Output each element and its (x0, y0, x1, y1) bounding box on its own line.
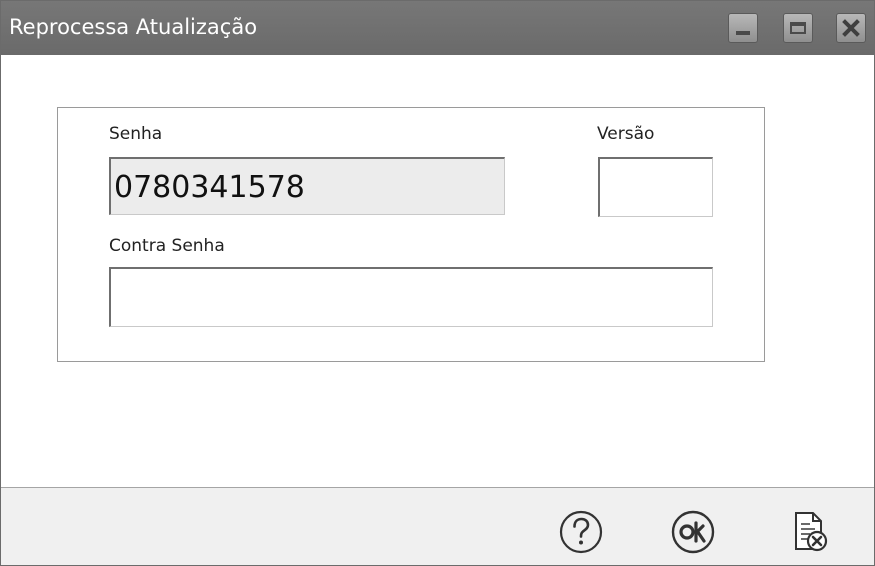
contra-senha-field[interactable] (109, 267, 713, 327)
contra-senha-label: Contra Senha (109, 236, 225, 256)
maximize-button[interactable] (783, 13, 813, 43)
close-button[interactable] (836, 13, 866, 43)
versao-label: Versão (597, 124, 655, 144)
senha-label: Senha (109, 124, 163, 144)
dialog-window: Reprocessa Atualização Senha 0780341578 … (0, 0, 875, 566)
ok-circle-icon (671, 510, 715, 554)
ok-button[interactable] (669, 508, 717, 556)
minimize-icon (736, 31, 750, 35)
versao-field[interactable] (598, 157, 713, 217)
question-circle-icon (559, 510, 603, 554)
minimize-button[interactable] (728, 13, 758, 43)
close-icon (842, 19, 860, 37)
title-bar[interactable]: Reprocessa Atualização (1, 1, 874, 55)
cancel-button[interactable] (786, 508, 834, 556)
dialog-footer (1, 487, 874, 565)
senha-field[interactable]: 0780341578 (109, 157, 505, 215)
document-cancel-icon (795, 512, 828, 552)
maximize-icon (790, 22, 806, 34)
window-title: Reprocessa Atualização (9, 15, 258, 39)
help-button[interactable] (557, 508, 605, 556)
